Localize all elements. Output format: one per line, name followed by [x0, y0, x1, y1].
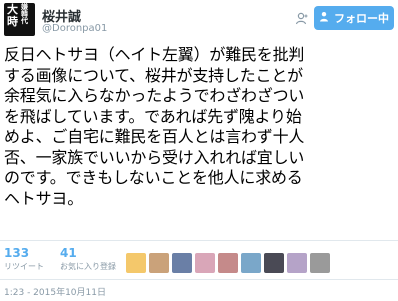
following-icon: [319, 11, 331, 25]
retweet-count: 133: [4, 246, 30, 260]
liker-avatar-3[interactable]: [172, 253, 192, 273]
liker-avatar-4[interactable]: [195, 253, 215, 273]
retweet-label: リツイート: [4, 262, 44, 271]
follow-person-icon: [295, 12, 309, 28]
tweet-header: 大時 嫌韓代 桜井誠 @Doronpa01 フォロー中: [0, 0, 398, 40]
divider-top: [0, 240, 398, 241]
retweet-stat[interactable]: 133 リツイート: [4, 246, 44, 272]
tweet-line: 余程気に入らなかったようでわざわざつい: [4, 86, 305, 105]
liker-avatar-9[interactable]: [310, 253, 330, 273]
timestamp[interactable]: 1:23 - 2015年10月11日: [4, 285, 106, 298]
tweet-line: めよ、ご自宅に難民を百人とは言わず十人: [4, 127, 305, 146]
tweet-line: する画像について、桜井が支持したことが: [4, 65, 303, 85]
liker-avatar-8[interactable]: [287, 253, 307, 273]
user-handle[interactable]: @Doronpa01: [42, 23, 107, 34]
likes-count: 41: [60, 246, 77, 260]
liker-avatar-2[interactable]: [149, 253, 169, 273]
divider-bottom: [0, 279, 398, 280]
avatar-text-col2: 嫌韓代: [21, 3, 28, 25]
liker-avatar-6[interactable]: [241, 253, 261, 273]
liker-avatar-7[interactable]: [264, 253, 284, 273]
avatar-text-col1: 大時: [7, 3, 18, 28]
tweet-line: を飛ばしています。であれば先ず隗より始: [4, 106, 302, 126]
likes-stat[interactable]: 41 お気に入り登録: [60, 246, 116, 272]
tweet-text: 反日ヘトサヨ（ヘイト左翼）が難民を批判 する画像について、桜井が支持したことが …: [4, 45, 396, 209]
liker-avatars: [126, 253, 330, 273]
avatar[interactable]: 大時 嫌韓代: [4, 3, 35, 36]
following-button-label: フォロー中: [334, 12, 389, 25]
following-button[interactable]: フォロー中: [314, 6, 394, 30]
tweet-line: 否、一家族でいいから受け入れれば宜しい: [4, 147, 305, 167]
tweet-line: 反日ヘトサヨ（ヘイト左翼）が難民を批判: [4, 45, 305, 64]
tweet-line: のです。できもしないことを他人に求める: [4, 168, 303, 187]
likes-label: お気に入り登録: [60, 262, 116, 271]
liker-avatar-5[interactable]: [218, 253, 238, 273]
liker-avatar-1[interactable]: [126, 253, 146, 273]
tweet-line: ヘトサヨ。: [4, 188, 84, 208]
